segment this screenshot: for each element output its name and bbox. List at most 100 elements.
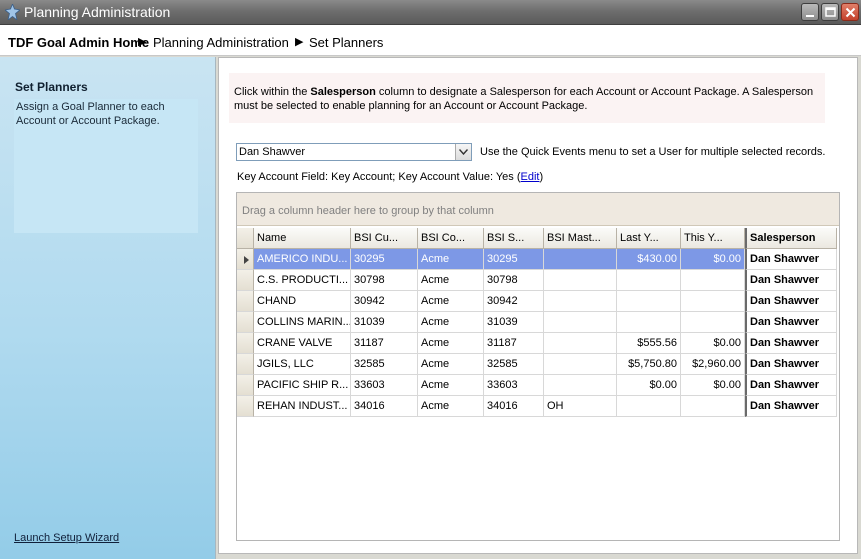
left-panel-description: Assign a Goal Planner to each Account or… bbox=[16, 101, 165, 127]
row-indicator[interactable] bbox=[237, 375, 254, 396]
salesperson-cell[interactable]: Dan Shawver bbox=[745, 354, 837, 375]
this-year-cell[interactable] bbox=[681, 396, 745, 417]
this-year-cell[interactable]: $0.00 bbox=[681, 333, 745, 354]
current-row-arrow-icon bbox=[244, 256, 249, 264]
column-salesperson-header[interactable]: Salesperson bbox=[745, 228, 837, 249]
bsi-s-cell[interactable]: 32585 bbox=[484, 354, 544, 375]
group-by-panel[interactable]: Drag a column header here to group by th… bbox=[237, 193, 839, 226]
last-year-cell[interactable] bbox=[617, 396, 681, 417]
bsi-company-cell[interactable]: Acme bbox=[418, 270, 484, 291]
bsi-customer-cell[interactable]: 34016 bbox=[351, 396, 418, 417]
row-indicator[interactable] bbox=[237, 333, 254, 354]
name-cell[interactable]: PACIFIC SHIP R... bbox=[254, 375, 351, 396]
maximize-button[interactable] bbox=[821, 3, 839, 21]
launch-setup-wizard-link[interactable]: Launch Setup Wizard bbox=[14, 532, 119, 544]
breadcrumb-home[interactable]: TDF Goal Admin Home bbox=[8, 35, 149, 50]
column-bsi-customer-header[interactable]: BSI Cu... bbox=[351, 228, 418, 249]
last-year-cell[interactable]: $5,750.80 bbox=[617, 354, 681, 375]
last-year-cell[interactable]: $555.56 bbox=[617, 333, 681, 354]
name-cell[interactable]: CRANE VALVE bbox=[254, 333, 351, 354]
name-cell[interactable]: C.S. PRODUCTI... bbox=[254, 270, 351, 291]
this-year-cell[interactable] bbox=[681, 312, 745, 333]
bsi-customer-cell[interactable]: 33603 bbox=[351, 375, 418, 396]
left-panel: Set Planners Assign a Goal Planner to ea… bbox=[0, 57, 216, 559]
row-indicator[interactable] bbox=[237, 312, 254, 333]
bsi-customer-cell[interactable]: 31039 bbox=[351, 312, 418, 333]
bsi-company-cell[interactable]: Acme bbox=[418, 396, 484, 417]
this-year-cell[interactable] bbox=[681, 270, 745, 291]
column-bsi-company-header[interactable]: BSI Co... bbox=[418, 228, 484, 249]
bsi-company-cell[interactable]: Acme bbox=[418, 249, 484, 270]
bsi-s-cell[interactable]: 33603 bbox=[484, 375, 544, 396]
row-indicator[interactable] bbox=[237, 291, 254, 312]
bsi-master-cell[interactable] bbox=[544, 270, 617, 291]
column-last-year-header[interactable]: Last Y... bbox=[617, 228, 681, 249]
salesperson-cell[interactable]: Dan Shawver bbox=[745, 270, 837, 291]
name-cell[interactable]: COLLINS MARIN... bbox=[254, 312, 351, 333]
bsi-master-cell[interactable] bbox=[544, 291, 617, 312]
bsi-company-cell[interactable]: Acme bbox=[418, 354, 484, 375]
last-year-cell[interactable] bbox=[617, 291, 681, 312]
bsi-customer-cell[interactable]: 32585 bbox=[351, 354, 418, 375]
bsi-master-cell[interactable] bbox=[544, 375, 617, 396]
name-cell[interactable]: CHAND bbox=[254, 291, 351, 312]
salesperson-select-value: Dan Shawver bbox=[239, 146, 306, 158]
this-year-cell[interactable]: $0.00 bbox=[681, 249, 745, 270]
breadcrumb-section[interactable]: Planning Administration bbox=[153, 35, 289, 50]
column-name-header[interactable]: Name bbox=[254, 228, 351, 249]
bsi-master-cell[interactable] bbox=[544, 354, 617, 375]
bsi-master-cell[interactable] bbox=[544, 249, 617, 270]
column-bsi-master-header[interactable]: BSI Mast... bbox=[544, 228, 617, 249]
last-year-cell[interactable]: $430.00 bbox=[617, 249, 681, 270]
last-year-cell[interactable] bbox=[617, 312, 681, 333]
salesperson-cell[interactable]: Dan Shawver bbox=[745, 312, 837, 333]
bsi-s-cell[interactable]: 30798 bbox=[484, 270, 544, 291]
bsi-customer-cell[interactable]: 31187 bbox=[351, 333, 418, 354]
bsi-s-cell[interactable]: 30942 bbox=[484, 291, 544, 312]
bsi-s-cell[interactable]: 31187 bbox=[484, 333, 544, 354]
last-year-cell[interactable] bbox=[617, 270, 681, 291]
salesperson-cell[interactable]: Dan Shawver bbox=[745, 333, 837, 354]
this-year-cell[interactable] bbox=[681, 291, 745, 312]
this-year-cell[interactable]: $2,960.00 bbox=[681, 354, 745, 375]
minimize-button[interactable] bbox=[801, 3, 819, 21]
salesperson-cell[interactable]: Dan Shawver bbox=[745, 291, 837, 312]
salesperson-cell[interactable]: Dan Shawver bbox=[745, 249, 837, 270]
last-year-cell[interactable]: $0.00 bbox=[617, 375, 681, 396]
bsi-master-cell[interactable]: OH bbox=[544, 396, 617, 417]
bsi-s-cell[interactable]: 31039 bbox=[484, 312, 544, 333]
name-cell[interactable]: REHAN INDUST... bbox=[254, 396, 351, 417]
bsi-company-cell[interactable]: Acme bbox=[418, 333, 484, 354]
row-indicator[interactable] bbox=[237, 354, 254, 375]
salesperson-cell[interactable]: Dan Shawver bbox=[745, 375, 837, 396]
bsi-customer-cell[interactable]: 30798 bbox=[351, 270, 418, 291]
bsi-customer-cell[interactable]: 30942 bbox=[351, 291, 418, 312]
bsi-master-cell[interactable] bbox=[544, 333, 617, 354]
quick-events-hint: Use the Quick Events menu to set a User … bbox=[480, 146, 826, 158]
bsi-s-cell[interactable]: 34016 bbox=[484, 396, 544, 417]
bsi-customer-cell[interactable]: 30295 bbox=[351, 249, 418, 270]
column-this-year-header[interactable]: This Y... bbox=[681, 228, 745, 249]
name-cell[interactable]: AMERICO INDU... bbox=[254, 249, 351, 270]
row-indicator[interactable] bbox=[237, 249, 254, 270]
close-button[interactable] bbox=[841, 3, 859, 21]
left-panel-heading: Set Planners bbox=[15, 80, 88, 94]
bsi-company-cell[interactable]: Acme bbox=[418, 291, 484, 312]
row-indicator[interactable] bbox=[237, 396, 254, 417]
name-cell[interactable]: JGILS, LLC bbox=[254, 354, 351, 375]
row-indicator[interactable] bbox=[237, 270, 254, 291]
edit-link[interactable]: Edit bbox=[521, 171, 540, 183]
bsi-company-cell[interactable]: Acme bbox=[418, 312, 484, 333]
row-indicator-header bbox=[237, 228, 254, 249]
window-title: Planning Administration bbox=[24, 4, 171, 20]
bsi-company-cell[interactable]: Acme bbox=[418, 375, 484, 396]
salesperson-cell[interactable]: Dan Shawver bbox=[745, 396, 837, 417]
app-icon bbox=[5, 4, 20, 20]
this-year-cell[interactable]: $0.00 bbox=[681, 375, 745, 396]
column-bsi-s-header[interactable]: BSI S... bbox=[484, 228, 544, 249]
bsi-s-cell[interactable]: 30295 bbox=[484, 249, 544, 270]
bsi-master-cell[interactable] bbox=[544, 312, 617, 333]
salesperson-select[interactable]: Dan Shawver bbox=[236, 143, 472, 161]
dropdown-button[interactable] bbox=[455, 144, 471, 160]
breadcrumb-arrow-icon: ▶ bbox=[295, 36, 304, 48]
